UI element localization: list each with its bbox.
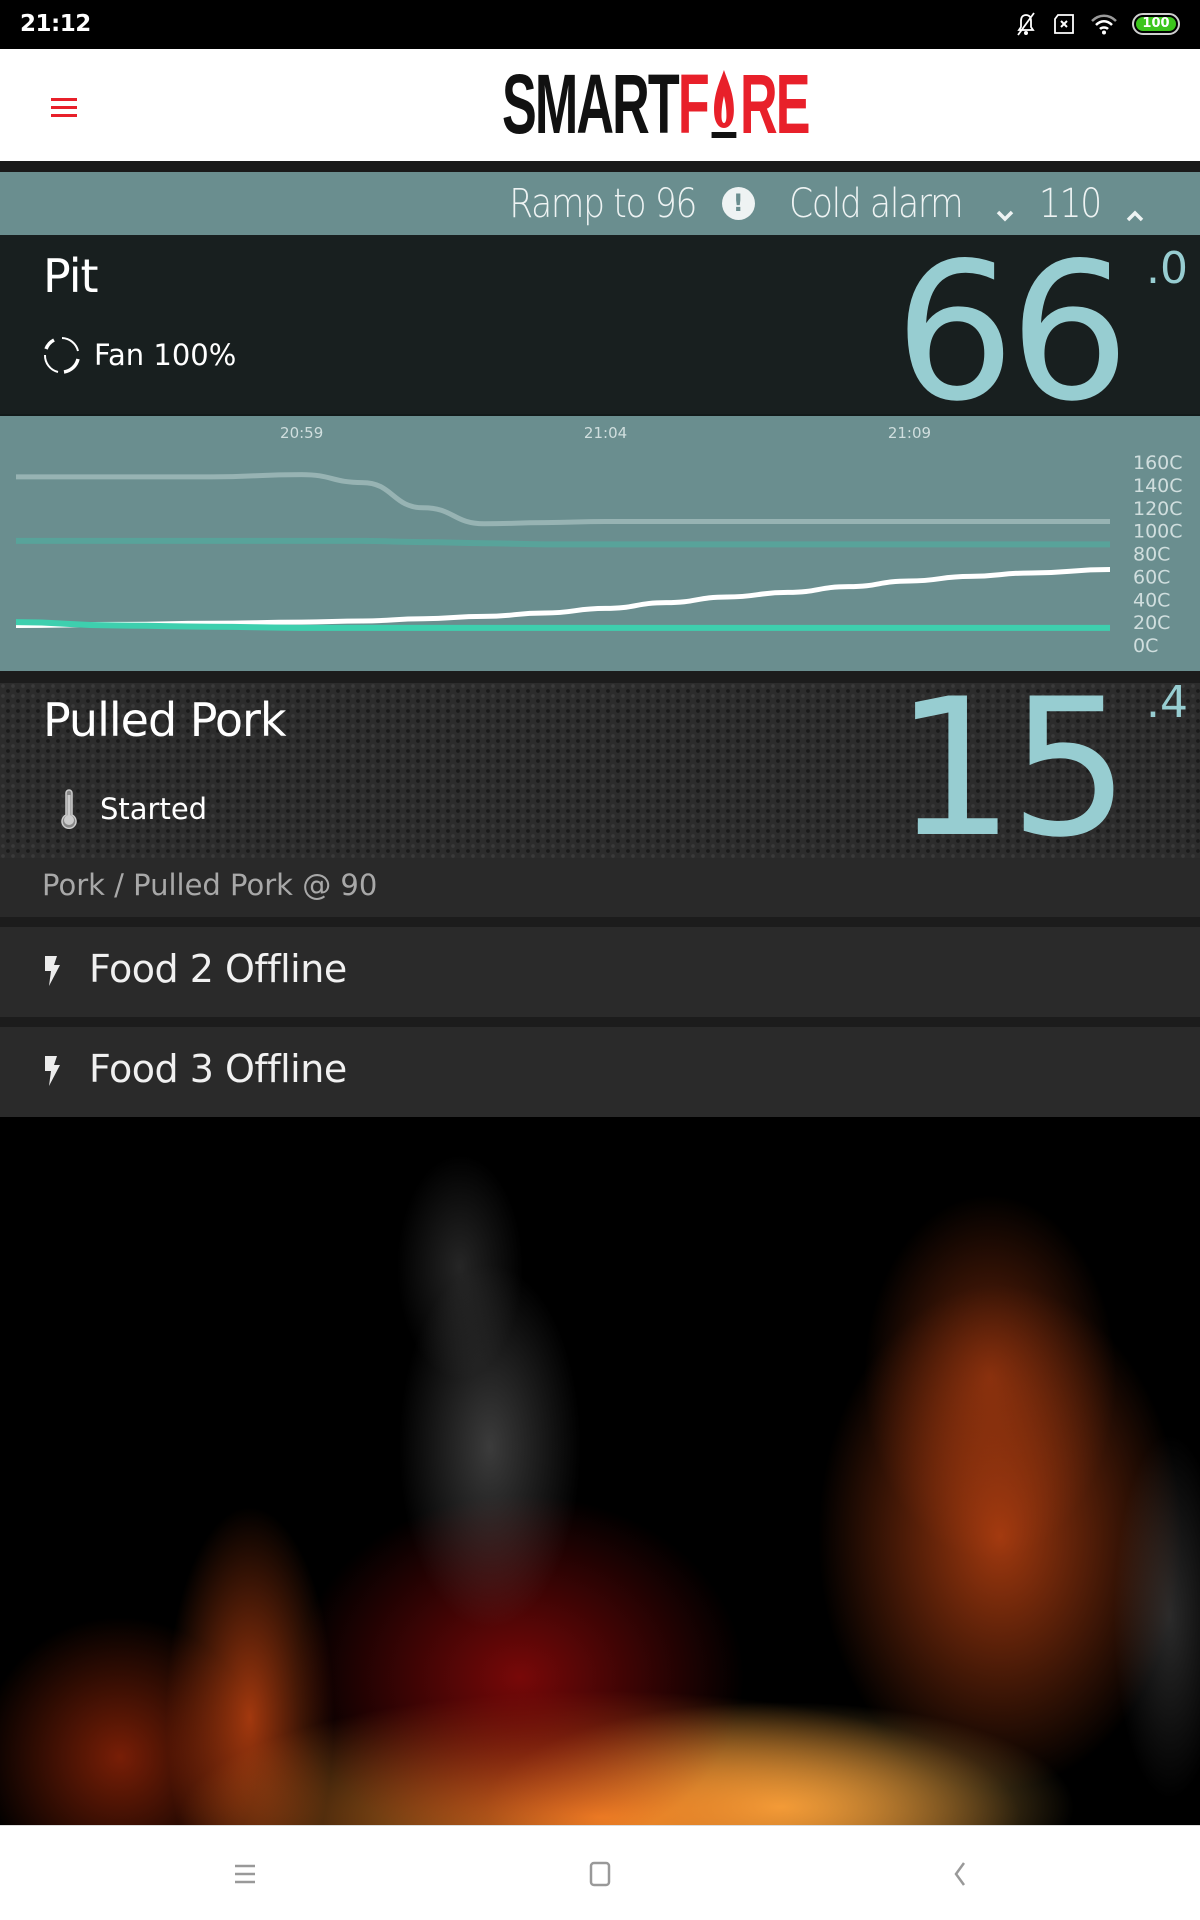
food1-recipe: Pork / Pulled Pork @ 90 — [42, 868, 378, 902]
pit-panel[interactable]: Pit Fan 100% 66 .0 — [0, 222, 1200, 443]
bell-off-icon — [1014, 11, 1038, 37]
food1-recipe-row[interactable]: Pork / Pulled Pork @ 90 — [0, 858, 1200, 927]
series-line-food-target — [16, 537, 1110, 548]
food3-offline-label: Food 3 Offline — [89, 1047, 347, 1091]
logo-flame-icon — [710, 66, 737, 142]
thermometer-icon — [61, 789, 77, 829]
y-tick-label: 100C — [1133, 521, 1183, 543]
food2-offline-label: Food 2 Offline — [89, 947, 347, 991]
y-tick-label: 160C — [1133, 452, 1183, 474]
x-tick-label: 20:59 — [280, 424, 323, 442]
fire-background-image — [0, 1117, 1200, 1825]
status-icons: 100 — [1014, 11, 1180, 37]
fan-text: Fan 100% — [94, 338, 237, 372]
food2-offline-row[interactable]: Food 2 Offline — [0, 927, 1200, 1017]
temperature-chart[interactable]: 20:59 21:04 21:09 160C 140C 120C 100C 80C 60C 40C… — [0, 414, 1200, 671]
hamburger-menu-icon[interactable] — [40, 87, 88, 127]
x-tick-label: 21:09 — [888, 424, 931, 442]
app-bar-divider — [0, 161, 1200, 172]
ramp-text[interactable]: Ramp to 96 — [510, 181, 698, 227]
fan-spinner-icon — [43, 337, 80, 374]
y-tick-label: 60C — [1133, 566, 1170, 588]
pit-temperature-fraction: .0 — [1146, 243, 1188, 294]
y-tick-label: 80C — [1133, 544, 1170, 566]
food3-offline-row[interactable]: Food 3 Offline — [0, 1027, 1200, 1117]
recents-menu-icon[interactable] — [220, 1854, 270, 1894]
cold-alarm-value: 110 — [1039, 180, 1102, 227]
row-divider — [0, 1017, 1200, 1027]
sim-x-icon — [1052, 13, 1076, 35]
y-tick-label: 20C — [1133, 612, 1170, 634]
series-line-pit-set-point — [16, 472, 1110, 527]
logo-text-f: F — [677, 57, 710, 151]
pit-temperature: 66 — [894, 222, 1130, 443]
battery-level: 100 — [1136, 17, 1176, 31]
battery-icon: 100 — [1132, 13, 1180, 35]
y-tick-label: 140C — [1133, 475, 1183, 497]
food1-status-text: Started — [100, 792, 208, 826]
status-bar: 21:12 100 — [0, 0, 1200, 49]
cold-alarm-label: Cold alarm — [788, 180, 964, 227]
food1-title: Pulled Pork — [43, 693, 287, 747]
lightning-bolt-icon — [45, 1056, 60, 1086]
fan-status: Fan 100% — [42, 335, 236, 375]
wifi-icon — [1090, 13, 1118, 35]
lightning-bolt-icon — [45, 956, 60, 986]
food1-temperature: 15 — [894, 658, 1130, 879]
pit-title: Pit — [43, 249, 99, 303]
chevron-up-icon[interactable] — [1118, 192, 1152, 221]
smartfire-logo: SMART F RE — [502, 57, 811, 151]
y-tick-label: 0C — [1133, 635, 1158, 657]
back-chevron-icon[interactable] — [935, 1854, 985, 1894]
home-square-icon[interactable] — [575, 1854, 625, 1894]
y-tick-label: 40C — [1133, 589, 1170, 611]
chart-svg: 20:59 21:04 21:09 160C140C120C100C80C60C40C… — [15, 424, 1183, 657]
x-tick-label: 21:04 — [584, 424, 627, 442]
alert-circle-icon[interactable]: ! — [721, 187, 755, 220]
food1-status: Started — [58, 789, 207, 829]
food1-panel[interactable]: Pulled Pork Started 15 .4 — [0, 658, 1200, 879]
food1-temperature-fraction: .4 — [1146, 677, 1188, 728]
series-line-pit-temperature — [15, 567, 1111, 629]
app-bar: SMART F RE — [0, 49, 1200, 161]
status-time: 21:12 — [20, 11, 91, 37]
system-nav-bar — [0, 1825, 1200, 1920]
chevron-down-icon[interactable] — [988, 192, 1022, 221]
logo-text-re: RE — [740, 57, 810, 151]
logo-text-smart: SMART — [502, 57, 680, 151]
y-tick-label: 120C — [1133, 498, 1183, 520]
